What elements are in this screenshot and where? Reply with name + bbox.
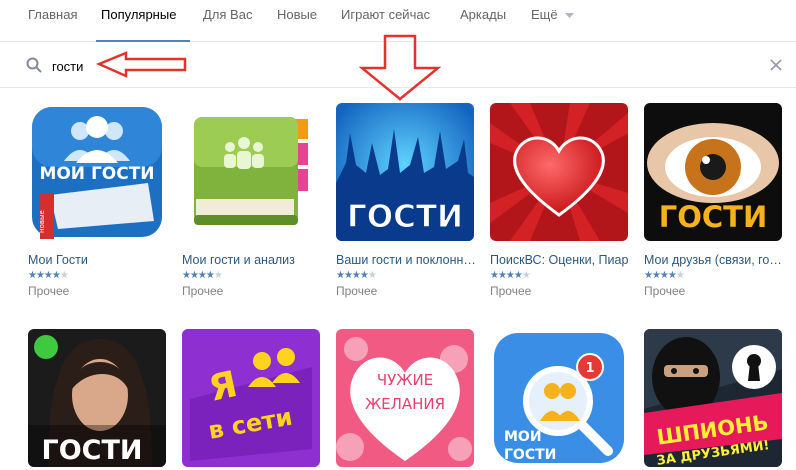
app-thumbnail[interactable]: ГОСТИ bbox=[644, 103, 782, 241]
close-icon[interactable] bbox=[770, 59, 782, 71]
app-thumbnail[interactable]: ШПИОНЬ ЗА ДРУЗЬЯМИ! bbox=[644, 329, 782, 467]
rating-stars: ★★★★★ bbox=[644, 270, 685, 281]
tab-popular[interactable]: Популярные bbox=[96, 0, 190, 42]
app-category: Прочее bbox=[490, 284, 532, 298]
tab-bar: Главная Популярные Для Вас Новые Играют … bbox=[0, 0, 796, 42]
app-thumbnail[interactable] bbox=[182, 103, 320, 241]
app-card[interactable]: ГОСТИ Ваши гости и поклонники ★★★★★ Проч… bbox=[336, 103, 481, 298]
app-thumbnail[interactable]: ЧУЖИЕ ЖЕЛАНИЯ bbox=[336, 329, 474, 467]
search-icon bbox=[26, 57, 42, 73]
app-thumbnail[interactable]: ГОСТИ bbox=[28, 329, 166, 467]
app-card[interactable]: 1 МОИ ГОСТИ bbox=[490, 329, 635, 467]
app-card[interactable]: ЧУЖИЕ ЖЕЛАНИЯ bbox=[336, 329, 481, 467]
app-image-text: МОИ ГОСТИ bbox=[39, 164, 154, 184]
tab-for-you[interactable]: Для Вас bbox=[203, 0, 252, 42]
app-thumbnail[interactable]: 1 МОИ ГОСТИ bbox=[490, 329, 628, 467]
app-card[interactable]: ГОСТИ Мои друзья (связи, гости) ★★★★★ Пр… bbox=[644, 103, 789, 298]
app-card[interactable]: ГОСТИ bbox=[28, 329, 173, 467]
app-image-badge: новые bbox=[38, 210, 46, 233]
app-category: Прочее bbox=[336, 284, 378, 298]
app-card[interactable]: Мои гости и анализ ★★★★★ Прочее bbox=[182, 103, 327, 298]
app-image-text: ГОСТИ bbox=[42, 435, 143, 466]
app-image-text: ГОСТИ bbox=[659, 200, 767, 234]
rating-stars: ★★★★★ bbox=[490, 270, 531, 281]
app-title[interactable]: Мои друзья (связи, гости) bbox=[644, 252, 787, 268]
app-category: Прочее bbox=[28, 284, 70, 298]
app-category: Прочее bbox=[182, 284, 224, 298]
app-image-text: ГОСТИ bbox=[504, 447, 556, 463]
tab-more-label: Ещё bbox=[531, 7, 558, 22]
app-title[interactable]: Мои гости и анализ bbox=[182, 252, 325, 268]
app-thumbnail[interactable]: ГОСТИ bbox=[336, 103, 474, 241]
app-image-text: ЖЕЛАНИЯ bbox=[365, 395, 445, 413]
app-image-text: ЧУЖИЕ bbox=[377, 371, 433, 389]
tab-new[interactable]: Новые bbox=[277, 0, 317, 42]
app-thumbnail[interactable]: Я в сети bbox=[182, 329, 320, 467]
app-card[interactable]: новые МОИ ГОСТИ Мои Гости ★★★★★ Прочее bbox=[28, 103, 173, 298]
app-title[interactable]: Ваши гости и поклонники bbox=[336, 252, 479, 268]
rating-stars: ★★★★★ bbox=[182, 270, 223, 281]
tab-main[interactable]: Главная bbox=[28, 0, 77, 42]
app-image-text: ГОСТИ bbox=[347, 199, 463, 235]
app-card[interactable]: Я в сети bbox=[182, 329, 327, 467]
search-input[interactable] bbox=[52, 56, 752, 76]
app-title[interactable]: ПоискВС: Оценки, Пиар bbox=[490, 252, 633, 268]
app-card[interactable]: ПоискВС: Оценки, Пиар ★★★★★ Прочее bbox=[490, 103, 635, 298]
rating-stars: ★★★★★ bbox=[336, 270, 377, 281]
tab-more[interactable]: Ещё bbox=[531, 0, 574, 42]
search-bar bbox=[0, 44, 796, 88]
tab-arcades[interactable]: Аркады bbox=[460, 0, 506, 42]
app-card[interactable]: ШПИОНЬ ЗА ДРУЗЬЯМИ! bbox=[644, 329, 789, 467]
app-category: Прочее bbox=[644, 284, 686, 298]
app-thumbnail[interactable] bbox=[490, 103, 628, 241]
app-image-badge: 1 bbox=[585, 361, 594, 376]
app-thumbnail[interactable]: новые МОИ ГОСТИ bbox=[28, 103, 166, 241]
app-image-text: МОИ bbox=[504, 429, 542, 445]
app-title[interactable]: Мои Гости bbox=[28, 252, 171, 268]
tab-playing-now[interactable]: Играют сейчас bbox=[341, 0, 430, 42]
rating-stars: ★★★★★ bbox=[28, 270, 69, 281]
chevron-down-icon bbox=[564, 12, 574, 18]
